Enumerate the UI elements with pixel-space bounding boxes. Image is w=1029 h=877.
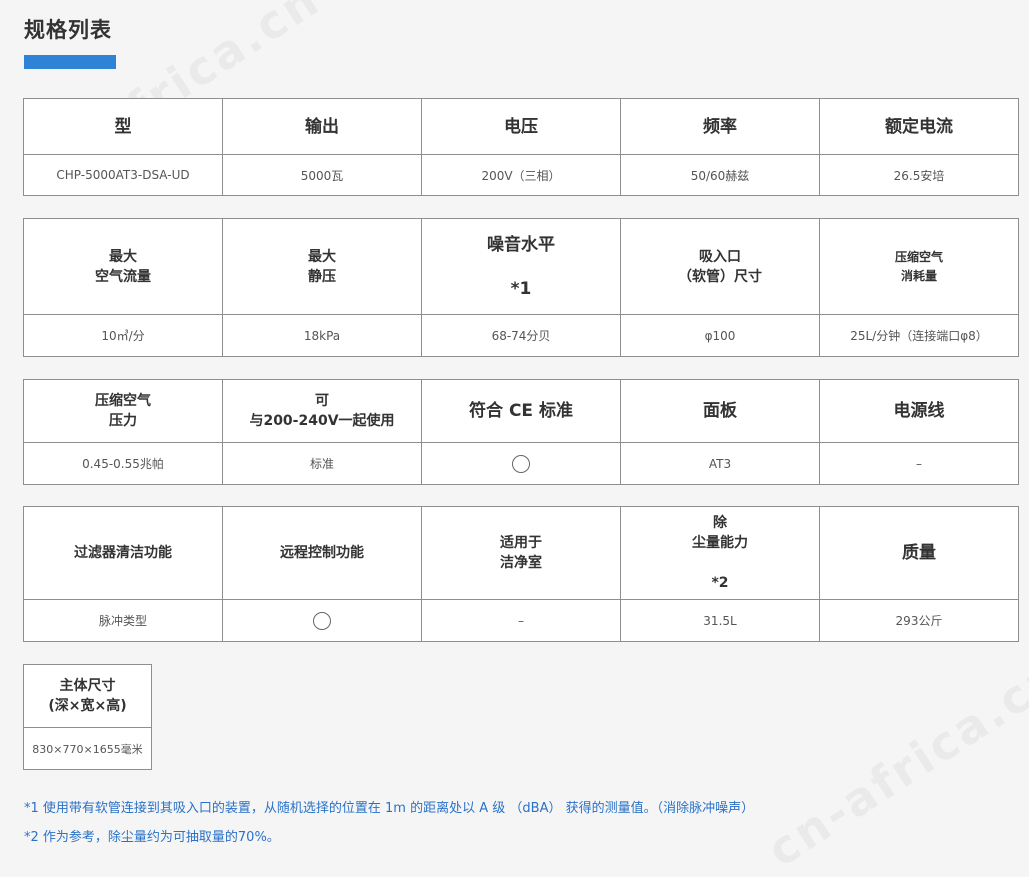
value-rated-current: 26.5安培: [819, 154, 1019, 196]
value-power-cord: –: [819, 442, 1019, 485]
spec-table-3: 压缩空气 压力 可 与200-240V一起使用 符合 CE 标准 面板 电源线 …: [23, 379, 1019, 485]
header-frequency: 频率: [620, 98, 820, 155]
value-noise-level: 68-74分贝: [421, 314, 621, 357]
value-voltage: 200V（三相）: [421, 154, 621, 196]
value-model: CHP-5000AT3-DSA-UD: [23, 154, 223, 196]
header-air-pressure: 压缩空气 压力: [23, 379, 223, 443]
header-dimensions: 主体尺寸 (深×宽×高): [23, 664, 152, 728]
header-filter-cleaning: 过滤器清洁功能: [23, 506, 223, 600]
header-panel: 面板: [620, 379, 820, 443]
header-output: 输出: [222, 98, 422, 155]
header-remote-control: 远程控制功能: [222, 506, 422, 600]
spec-table-2: 最大 空气流量 最大 静压 噪音水平 *1 吸入口 （软管）尺寸 压缩空气 消耗…: [23, 218, 1019, 357]
header-max-static-pressure: 最大 静压: [222, 218, 422, 315]
header-voltage-range: 可 与200-240V一起使用: [222, 379, 422, 443]
header-noise-level: 噪音水平 *1: [421, 218, 621, 315]
header-dust-capacity: 除 尘量能力 *2: [620, 506, 820, 600]
header-ce-compliance: 符合 CE 标准: [421, 379, 621, 443]
value-air-consumption: 25L/分钟（连接端口φ8）: [819, 314, 1019, 357]
header-voltage: 电压: [421, 98, 621, 155]
circle-mark-icon: [313, 611, 331, 630]
value-frequency: 50/60赫兹: [620, 154, 820, 196]
header-mass: 质量: [819, 506, 1019, 600]
header-air-consumption: 压缩空气 消耗量: [819, 218, 1019, 315]
value-output: 5000瓦: [222, 154, 422, 196]
value-voltage-range: 标准: [222, 442, 422, 485]
value-ce-compliance: [421, 442, 621, 485]
page-title: 规格列表: [24, 18, 112, 42]
value-panel: AT3: [620, 442, 820, 485]
value-mass: 293公斤: [819, 599, 1019, 642]
header-model: 型: [23, 98, 223, 155]
value-remote-control: [222, 599, 422, 642]
title-underline: [24, 55, 116, 69]
circle-mark-icon: [512, 454, 530, 473]
value-max-static-pressure: 18kPa: [222, 314, 422, 357]
value-filter-cleaning: 脉冲类型: [23, 599, 223, 642]
footnote-1: *1 使用带有软管连接到其吸入口的装置，从随机选择的位置在 1m 的距离处以 A…: [24, 801, 755, 816]
value-inlet-size: φ100: [620, 314, 820, 357]
value-dust-capacity: 31.5L: [620, 599, 820, 642]
spec-table-5: 主体尺寸 (深×宽×高) 830×770×1655毫米: [23, 664, 152, 770]
header-rated-current: 额定电流: [819, 98, 1019, 155]
spec-table-4: 过滤器清洁功能 远程控制功能 适用于 洁净室 除 尘量能力 *2 质量 脉冲类型…: [23, 506, 1019, 642]
value-cleanroom: –: [421, 599, 621, 642]
header-inlet-size: 吸入口 （软管）尺寸: [620, 218, 820, 315]
watermark: cn-africa.cn: [758, 647, 1029, 877]
value-max-airflow: 10㎥/分: [23, 314, 223, 357]
footnote-2: *2 作为参考，除尘量约为可抽取量的70%。: [24, 830, 280, 845]
value-dimensions: 830×770×1655毫米: [23, 727, 152, 770]
header-power-cord: 电源线: [819, 379, 1019, 443]
spec-table-1: 型 输出 电压 频率 额定电流 CHP-5000AT3-DSA-UD 5000瓦…: [23, 98, 1019, 196]
value-air-pressure: 0.45-0.55兆帕: [23, 442, 223, 485]
header-max-airflow: 最大 空气流量: [23, 218, 223, 315]
header-cleanroom: 适用于 洁净室: [421, 506, 621, 600]
